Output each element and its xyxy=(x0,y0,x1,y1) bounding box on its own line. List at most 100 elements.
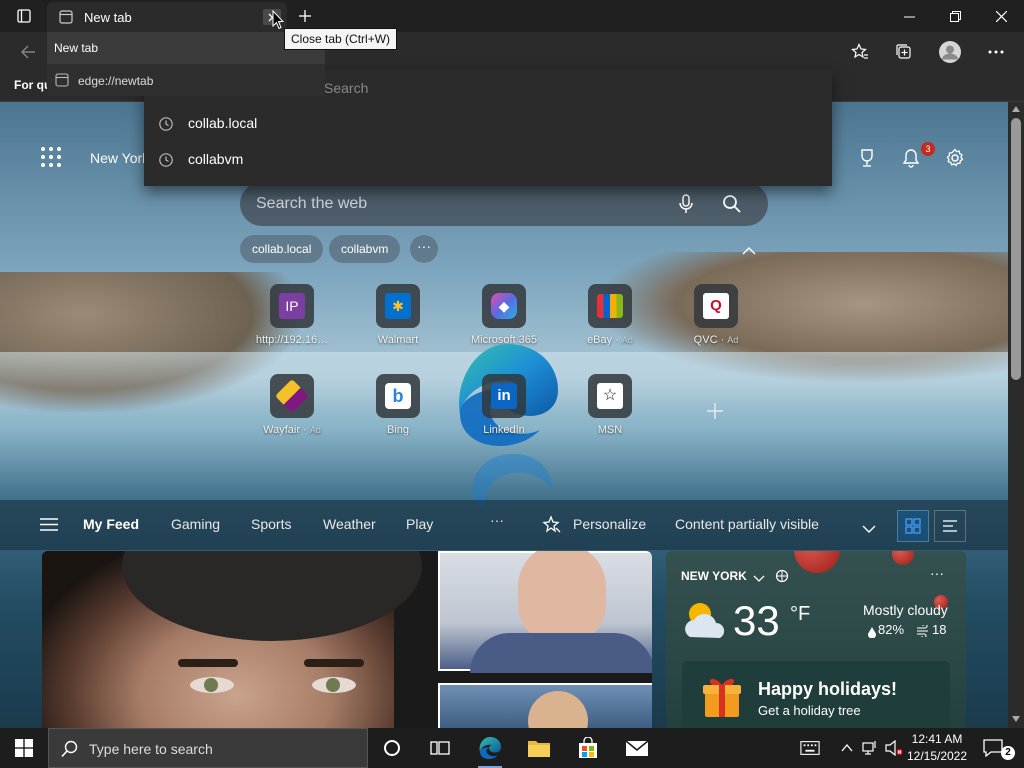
volume-muted-icon[interactable] xyxy=(884,738,904,758)
taskbar-search-input[interactable]: Type here to search xyxy=(89,741,213,757)
location-target-icon[interactable] xyxy=(775,569,789,588)
news-image[interactable] xyxy=(438,683,652,728)
address-bar-placeholder[interactable]: Search xyxy=(324,80,368,96)
store-button[interactable] xyxy=(572,732,604,764)
web-search-input[interactable]: Search the web xyxy=(256,195,367,213)
grid-view-button[interactable] xyxy=(897,510,929,542)
quick-link-tile[interactable]: Wayfair · Ad xyxy=(247,374,337,436)
minimize-button[interactable] xyxy=(896,0,922,32)
avatar-icon xyxy=(939,41,961,63)
edge-taskbar-button[interactable] xyxy=(474,732,506,768)
tab-page-icon xyxy=(59,10,73,29)
humidity-icon xyxy=(868,625,876,643)
news-image[interactable] xyxy=(438,551,652,673)
suggestion-item[interactable]: collab.local xyxy=(144,106,832,142)
tile-label: LinkedIn xyxy=(483,424,525,436)
taskbar-search-box[interactable]: Type here to search xyxy=(48,728,368,768)
back-button[interactable] xyxy=(14,38,42,66)
notifications-button[interactable] xyxy=(899,146,923,170)
mail-button[interactable] xyxy=(621,732,653,764)
tile-label: eBay · Ad xyxy=(587,334,633,346)
tile-label: Wayfair · Ad xyxy=(263,424,321,436)
windows-logo-icon xyxy=(15,739,33,757)
quick-link-tile[interactable]: ◆ Microsoft 365 xyxy=(459,284,549,346)
feed-tab-gaming[interactable]: Gaming xyxy=(171,516,220,532)
close-window-button[interactable] xyxy=(988,0,1014,32)
feed-tab-weather[interactable]: Weather xyxy=(323,516,376,532)
feed-tab-sports[interactable]: Sports xyxy=(251,516,291,532)
close-icon xyxy=(995,10,1007,22)
store-bag-icon xyxy=(579,737,597,758)
rewards-button[interactable] xyxy=(855,146,879,170)
restore-button[interactable] xyxy=(942,0,968,32)
content-visibility-select[interactable]: Content partially visible xyxy=(675,516,819,532)
quick-search-chip[interactable]: collab.local xyxy=(240,235,324,263)
scrollbar-thumb[interactable] xyxy=(1011,118,1021,380)
holiday-subtitle: Get a holiday tree xyxy=(758,703,861,718)
system-clock[interactable]: 12:41 AM 12/15/2022 xyxy=(904,731,970,765)
weather-more-button[interactable]: ··· xyxy=(930,565,944,581)
clock-date: 12/15/2022 xyxy=(906,749,968,763)
search-icon[interactable] xyxy=(722,194,742,219)
preview-title: New tab xyxy=(54,41,99,55)
gift-icon xyxy=(702,675,742,724)
file-explorer-button[interactable] xyxy=(523,732,555,764)
new-tab-button[interactable] xyxy=(293,4,317,28)
weather-location[interactable]: NEW YORK xyxy=(681,569,747,583)
favorites-button[interactable] xyxy=(846,38,874,66)
app-grid-icon xyxy=(41,147,61,167)
folder-icon xyxy=(528,741,550,757)
quick-link-tile[interactable]: ✱ Walmart xyxy=(353,284,443,346)
collections-button[interactable] xyxy=(890,38,918,66)
task-view-button[interactable] xyxy=(424,732,456,764)
quick-link-tile[interactable]: IP http://192.16… xyxy=(247,284,337,346)
task-view-icon xyxy=(430,741,450,755)
keyboard-icon[interactable] xyxy=(800,738,820,758)
news-card[interactable] xyxy=(42,551,652,728)
tray-chevron-up-icon[interactable] xyxy=(837,738,857,758)
weather-card[interactable]: NEW YORK ··· 33 °F Mostly cloudy 82% 18 … xyxy=(666,551,966,728)
location-label[interactable]: New York xyxy=(90,150,149,166)
network-icon[interactable] xyxy=(861,738,881,758)
web-search-box[interactable]: Search the web xyxy=(240,182,768,226)
page-settings-button[interactable] xyxy=(943,146,967,170)
quick-link-tile[interactable]: b Bing xyxy=(353,374,443,436)
suggestion-item[interactable]: collabvm xyxy=(144,142,832,178)
quick-link-tile[interactable]: eBay · Ad xyxy=(565,284,655,346)
mouse-cursor-icon xyxy=(272,9,285,35)
feed-more-button[interactable]: ··· xyxy=(490,512,504,528)
list-view-button[interactable] xyxy=(934,510,966,542)
tile-label: MSN xyxy=(597,424,623,436)
action-center-button[interactable] xyxy=(983,738,1003,758)
weather-unit[interactable]: °F xyxy=(790,603,810,626)
quick-link-tile[interactable]: ☆ MSN xyxy=(565,374,655,436)
page-scrollbar[interactable] xyxy=(1008,102,1024,728)
scroll-up-icon xyxy=(1012,106,1020,112)
start-button[interactable] xyxy=(8,732,40,764)
hamburger-menu-icon[interactable] xyxy=(40,518,58,536)
tile-label: Bing xyxy=(386,424,410,436)
holiday-banner[interactable]: Happy holidays! Get a holiday tree xyxy=(682,661,950,728)
settings-more-button[interactable] xyxy=(982,38,1010,66)
tab-new-tab[interactable]: New tab xyxy=(47,2,287,32)
taskbar: Type here to search 12:41 AM 12/15/2022 … xyxy=(0,728,1024,768)
cortana-button[interactable] xyxy=(376,732,408,764)
linkedin-icon: in xyxy=(482,374,526,418)
collapse-chevron-icon[interactable] xyxy=(742,242,756,260)
quick-link-tile[interactable]: in LinkedIn xyxy=(459,374,549,436)
chevron-down-icon[interactable] xyxy=(862,520,876,538)
tab-title: New tab xyxy=(84,10,132,25)
app-launcher-button[interactable] xyxy=(40,146,62,173)
chips-more-button[interactable]: ··· xyxy=(410,235,438,263)
add-site-button[interactable] xyxy=(704,400,726,422)
feed-tab-my-feed[interactable]: My Feed xyxy=(83,516,139,532)
personalize-button[interactable]: Personalize xyxy=(573,516,646,532)
feed-tab-play[interactable]: Play xyxy=(406,516,433,532)
chevron-down-icon[interactable] xyxy=(753,570,765,588)
edge-icon xyxy=(479,737,501,759)
quick-link-tile[interactable]: Q QVC · Ad xyxy=(671,284,761,346)
microphone-icon[interactable] xyxy=(678,194,694,219)
profile-avatar-button[interactable] xyxy=(936,38,964,66)
workspaces-icon[interactable] xyxy=(10,0,38,32)
quick-search-chip[interactable]: collabvm xyxy=(329,235,401,263)
